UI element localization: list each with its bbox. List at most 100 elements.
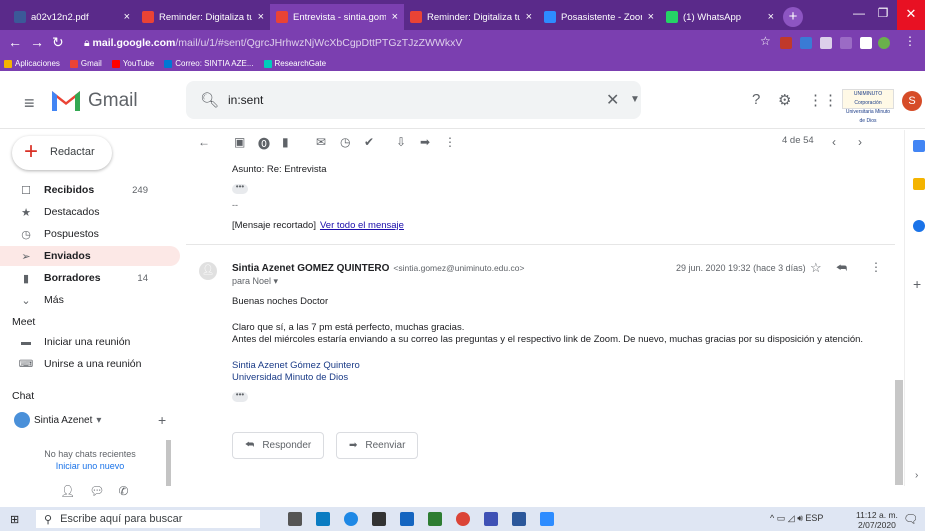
person-icon[interactable]: 👤︎ [60,484,75,498]
app-icon[interactable] [484,512,498,526]
mail-icon[interactable] [400,512,414,526]
show-trimmed-content-button[interactable]: ••• [232,183,248,194]
close-icon[interactable]: × [392,11,398,23]
store-icon[interactable] [372,512,386,526]
chrome-icon[interactable] [456,512,470,526]
bookmark-youtube[interactable]: YouTube [111,59,154,68]
browser-tab[interactable]: a02v12n2.pdf × [8,4,136,30]
more-vert-icon[interactable]: ⋮ [870,260,882,274]
calendar-icon[interactable] [913,140,925,152]
edge-icon[interactable] [316,512,330,526]
bookmark-researchgate[interactable]: ResearchGate [263,59,326,68]
minimize-icon[interactable]: — [846,6,872,20]
reply-button[interactable]: ⮪ Responder [232,432,325,459]
sidebar-scrollbar[interactable] [166,440,171,486]
move-to-icon[interactable]: ⇩ [396,135,406,149]
add-chat-icon[interactable]: + [158,412,166,428]
bookmark-outlook[interactable]: Correo: SINTIA AZE... [164,59,254,68]
sidebar-item-sent[interactable]: ➢ Enviados [0,246,180,266]
extension-icon[interactable] [840,37,852,49]
archive-icon[interactable]: ▣ [234,135,245,149]
bookmark-gmail[interactable]: Gmail [69,59,102,68]
extension-icon[interactable] [800,37,812,49]
url-field[interactable]: 🔒︎ mail.google.com/mail/u/1/#sent/QgrcJH… [84,34,774,52]
maximize-icon[interactable]: ❐ [870,6,896,20]
chevron-down-icon[interactable]: ▾ [96,415,101,426]
gear-icon[interactable]: ⚙ [778,91,791,109]
window-close-icon[interactable]: ✕ [897,0,925,30]
main-scrollbar[interactable] [895,380,903,485]
extension-icon[interactable] [780,37,792,49]
help-icon[interactable]: ? [752,91,760,108]
label-icon[interactable]: ➡ [420,135,430,149]
taskbar-search[interactable]: ⚲ Escribe aquí para buscar [36,510,260,528]
sidebar-item-snoozed[interactable]: ◷ Pospuestos [0,224,180,244]
tasks-icon[interactable] [913,220,925,232]
search-input[interactable]: in:sent [228,93,263,107]
mark-unread-icon[interactable]: ✉ [316,135,326,149]
view-entire-message-link[interactable]: Ver todo el mensaje [320,220,404,231]
language-indicator[interactable]: ESP [805,513,823,523]
search-icon[interactable]: 🔍︎ [200,91,219,109]
chevron-right-icon[interactable]: › [915,470,918,481]
battery-icon[interactable]: ▭ [777,513,786,523]
browser-tab-active[interactable]: Entrevista - sintia.gome × [270,4,404,30]
notification-icon[interactable]: 🗨︎ [903,512,918,526]
back-arrow-icon[interactable]: ← [198,135,210,149]
ie-icon[interactable] [344,512,358,526]
puzzle-icon[interactable] [860,37,872,49]
chat-user[interactable]: Sintia Azenet ▾ [14,412,174,428]
apps-grid-icon[interactable]: ⋮⋮ [808,91,838,109]
taskbar-clock[interactable]: 11:12 a. m. 2/07/2020 [856,510,898,530]
chat-bubble-icon[interactable]: 💬︎ [89,484,104,498]
bookmark-apps[interactable]: Aplicaciones [4,59,60,68]
menu-icon[interactable]: ≡ [24,93,35,114]
start-meeting-item[interactable]: ▬ Iniciar una reunión [0,332,180,352]
browser-tab[interactable]: Reminder: Digitaliza tu × [404,4,538,30]
phone-icon[interactable]: ✆ [118,484,128,498]
profile-icon[interactable] [878,37,890,49]
close-icon[interactable]: × [124,11,130,23]
bookmark-star-icon[interactable]: ☆ [760,34,771,48]
start-new-chat-link[interactable]: Iniciar uno nuevo [30,460,150,472]
close-icon[interactable]: × [258,11,264,23]
join-meeting-item[interactable]: ⌨ Unirse a una reunión [0,354,180,374]
zoom-icon[interactable] [540,512,554,526]
search-bar[interactable]: 🔍︎ in:sent ✕ ▼ [186,81,641,119]
gmail-logo-icon[interactable] [50,87,82,113]
close-icon[interactable]: × [526,11,532,23]
more-vert-icon[interactable]: ⋮ [444,135,456,149]
close-icon[interactable]: × [648,11,654,23]
sidebar-item-more[interactable]: ⌄ Más [0,290,180,310]
browser-tab[interactable]: Reminder: Digitaliza tu: × [136,4,270,30]
new-tab-button[interactable]: + [783,7,803,27]
reply-icon[interactable]: ⮪ [836,261,847,276]
forward-button[interactable]: ➡ Reenviar [336,432,419,459]
snooze-icon[interactable]: ◷ [340,135,350,149]
account-avatar[interactable]: S [902,91,922,111]
forward-icon[interactable]: → [30,34,44,50]
chevron-left-icon[interactable]: ‹ [832,135,836,149]
clear-search-icon[interactable]: ✕ [606,90,619,110]
sidebar-item-drafts[interactable]: ▮ Borradores 14 [0,268,180,288]
show-trimmed-content-button[interactable]: ••• [232,391,248,402]
windows-start-icon[interactable]: ⊞ [10,513,19,526]
reload-icon[interactable]: ↻ [52,34,64,51]
chevron-up-icon[interactable]: ^ [770,513,774,523]
sidebar-item-inbox[interactable]: ☐ Recibidos 249 [0,180,180,200]
wifi-icon[interactable]: ◿ [788,513,795,523]
report-spam-icon[interactable]: ⓿ [258,135,270,152]
volume-icon[interactable]: 🔊︎ [797,513,803,523]
back-icon[interactable]: ← [8,34,22,50]
chevron-right-icon[interactable]: › [858,135,862,149]
sidebar-item-starred[interactable]: ★ Destacados [0,202,180,222]
app-icon[interactable] [428,512,442,526]
trash-icon[interactable]: ▮ [282,135,289,149]
more-vert-icon[interactable]: ⋮ [904,34,916,48]
browser-tab[interactable]: (1) WhatsApp × [660,4,780,30]
search-options-icon[interactable]: ▼ [630,94,640,105]
chevron-down-icon[interactable]: ▾ [274,276,279,286]
add-addon-icon[interactable]: + [913,276,921,292]
keep-icon[interactable] [913,178,925,190]
close-icon[interactable]: × [768,11,774,23]
